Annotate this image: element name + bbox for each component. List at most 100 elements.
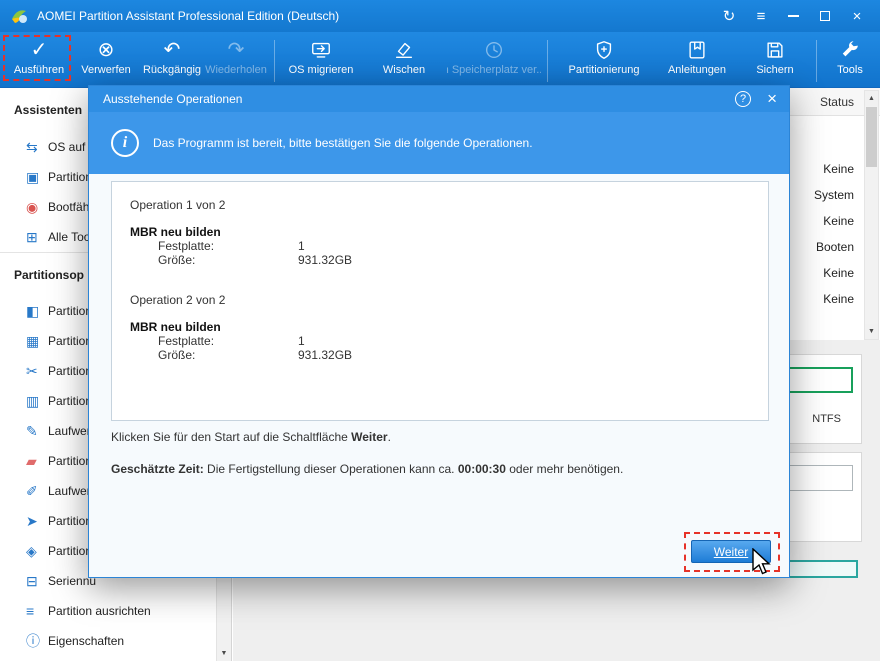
sync-icon[interactable]: ↻ bbox=[716, 5, 742, 27]
size-label: Größe: bbox=[158, 348, 196, 362]
toolbar-separator bbox=[816, 40, 817, 82]
sidebar-item-label: Partition bbox=[48, 170, 93, 184]
maximize-icon bbox=[820, 11, 830, 21]
menu-icon[interactable]: ≡ bbox=[748, 5, 774, 27]
sidebar-item-align-partition[interactable]: ≡ Partition ausrichten bbox=[0, 596, 231, 626]
estimate-text: Die Fertigstellung dieser Operationen ka… bbox=[203, 462, 458, 476]
dialog-titlebar: Ausstehende Operationen ? × bbox=[89, 86, 789, 112]
all-tools-icon: ⊞ bbox=[26, 228, 38, 245]
estimate-label: Geschätzte Zeit: bbox=[111, 462, 204, 476]
migrate-os-icon bbox=[310, 38, 332, 62]
app-logo bbox=[12, 10, 27, 23]
estimate-time: 00:00:30 bbox=[457, 462, 506, 476]
undo-button[interactable]: ↶ Rückgängig bbox=[140, 38, 204, 84]
dialog-body: Operation 1 von 2 MBR neu bilden Festpla… bbox=[89, 174, 789, 577]
dialog-note: Klicken Sie für den Start auf die Schalt… bbox=[111, 430, 391, 444]
minimize-icon bbox=[787, 15, 799, 17]
move-partition-icon: ➤ bbox=[26, 512, 38, 529]
scroll-down-icon[interactable]: ▼ bbox=[865, 324, 878, 339]
dialog-info-text: Das Programm ist bereit, bitte bestätige… bbox=[153, 136, 533, 150]
wipe-label: Wischen bbox=[382, 64, 426, 76]
note-prefix: Klicken Sie für den Start auf die Schalt… bbox=[111, 430, 352, 444]
discard-button[interactable]: ⊗ Verwerfen bbox=[72, 38, 140, 84]
dialog-close-icon[interactable]: × bbox=[767, 90, 777, 107]
sidebar-item-label: Eigenschaften bbox=[48, 634, 125, 648]
save-icon bbox=[764, 38, 786, 62]
migrate-os-label: OS migrieren bbox=[288, 64, 354, 76]
next-button[interactable]: Weiter bbox=[691, 540, 771, 563]
disk-label: Festplatte: bbox=[158, 239, 215, 253]
toolbar-separator bbox=[274, 40, 275, 82]
redo-icon: ↷ bbox=[227, 39, 245, 61]
scroll-down-icon[interactable]: ▼ bbox=[217, 646, 231, 661]
window-title: AOMEI Partition Assistant Professional E… bbox=[37, 9, 340, 23]
pending-operations-dialog: Ausstehende Operationen ? × i Das Progra… bbox=[88, 85, 790, 578]
drive-letter-icon: ✎ bbox=[26, 422, 38, 439]
size-label: Größe: bbox=[158, 253, 196, 267]
guides-label: Anleitungen bbox=[667, 64, 727, 76]
wipe-icon bbox=[393, 38, 415, 62]
backup-button[interactable]: Sichern bbox=[740, 38, 810, 84]
operations-list: Operation 1 von 2 MBR neu bilden Festpla… bbox=[111, 181, 769, 421]
size-value: 931.32GB bbox=[298, 348, 353, 362]
migrate-os-button[interactable]: OS migrieren bbox=[281, 38, 361, 84]
disk-value: 1 bbox=[298, 239, 305, 253]
book-icon bbox=[686, 38, 708, 62]
align-partition-icon: ≡ bbox=[26, 603, 35, 619]
sidebar-item-label: Partition bbox=[48, 304, 93, 318]
allocate-space-label: n Speicherplatz ver... bbox=[447, 64, 541, 76]
table-scrollbar[interactable]: ▲ ▼ bbox=[864, 90, 879, 340]
sidebar-item-label: Alle Tool bbox=[48, 230, 94, 244]
properties-info-icon: ⓘ bbox=[26, 633, 40, 649]
dialog-title: Ausstehende Operationen bbox=[103, 92, 243, 106]
operation-block: Operation 2 von 2 MBR neu bilden Festpla… bbox=[130, 293, 750, 362]
split-partition-icon: ✂ bbox=[26, 362, 38, 379]
operation-header: Operation 2 von 2 bbox=[130, 293, 226, 307]
sidebar-item-label: Partition bbox=[48, 394, 93, 408]
disk-value: 1 bbox=[298, 334, 305, 348]
guides-button[interactable]: Anleitungen bbox=[654, 38, 740, 84]
toolbar: ✓ Ausführen ⊗ Verwerfen ↶ Rückgängig ↷ W… bbox=[0, 32, 880, 88]
note-bold: Weiter bbox=[351, 430, 388, 444]
app-window: AOMEI Partition Assistant Professional E… bbox=[0, 0, 880, 661]
backup-label: Sichern bbox=[756, 64, 794, 76]
sidebar-item-label: Partition bbox=[48, 364, 93, 378]
scroll-up-icon[interactable]: ▲ bbox=[865, 91, 878, 106]
undo-label: Rückgängig bbox=[142, 64, 202, 76]
close-button[interactable]: × bbox=[844, 5, 870, 27]
apply-label: Ausführen bbox=[13, 64, 65, 76]
disk-label: Festplatte: bbox=[158, 334, 215, 348]
sidebar-item-label: Partition bbox=[48, 454, 93, 468]
operation-header: Operation 1 von 2 bbox=[130, 198, 226, 212]
toolbar-separator bbox=[547, 40, 548, 82]
shield-icon bbox=[593, 38, 615, 62]
status-value: Booten bbox=[815, 240, 854, 254]
status-value: Keine bbox=[823, 266, 854, 280]
discard-label: Verwerfen bbox=[81, 64, 131, 76]
resize-partition-icon: ◧ bbox=[26, 302, 40, 319]
maximize-button[interactable] bbox=[812, 5, 838, 27]
apply-button[interactable]: ✓ Ausführen bbox=[6, 38, 72, 84]
check-partition-icon: ◈ bbox=[26, 542, 37, 559]
migrate-os-icon: ⇆ bbox=[26, 138, 38, 155]
scrollbar-thumb[interactable] bbox=[866, 107, 877, 167]
redo-button: ↷ Wiederholen bbox=[204, 38, 268, 84]
help-icon[interactable]: ? bbox=[735, 91, 752, 107]
undo-icon: ↶ bbox=[163, 39, 181, 61]
minimize-button[interactable] bbox=[780, 5, 806, 27]
tools-label: Tools bbox=[837, 64, 863, 76]
sidebar-item-label: Partition bbox=[48, 544, 93, 558]
check-icon: ✓ bbox=[30, 39, 48, 61]
operation-name: MBR neu bilden bbox=[130, 225, 221, 239]
sidebar-item-properties[interactable]: ⓘ Eigenschaften bbox=[0, 626, 231, 656]
sidebar-item-label: Partition bbox=[48, 334, 93, 348]
note-suffix: . bbox=[387, 430, 391, 444]
tools-button[interactable]: Tools bbox=[823, 38, 877, 84]
status-value: Keine bbox=[823, 214, 854, 228]
titlebar: AOMEI Partition Assistant Professional E… bbox=[0, 0, 880, 32]
partitioning-button[interactable]: Partitionierung bbox=[554, 38, 654, 84]
wipe-button[interactable]: Wischen bbox=[361, 38, 447, 84]
status-value: Keine bbox=[823, 162, 854, 176]
sidebar-item-label: Bootfähi bbox=[48, 200, 93, 214]
status-value: Keine bbox=[823, 292, 854, 306]
